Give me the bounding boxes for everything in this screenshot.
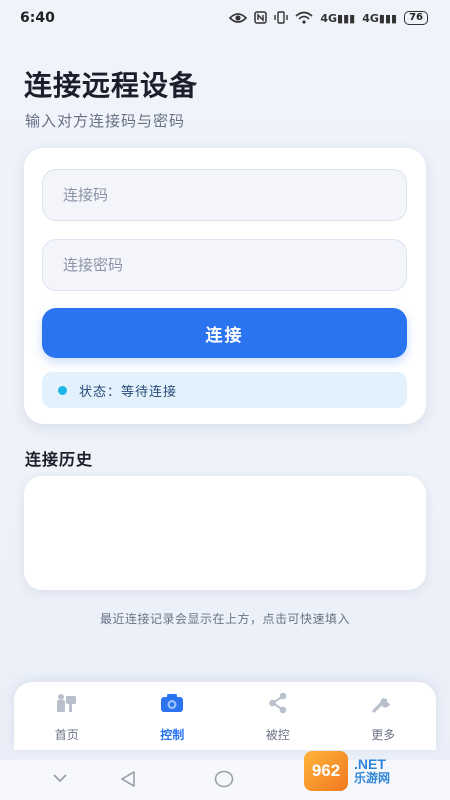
status-text: 状态：等待连接 — [79, 384, 178, 400]
home-button-icon[interactable] — [214, 770, 234, 792]
nav-label-home: 首页 — [54, 727, 79, 742]
history-title: 连接历史 — [25, 450, 94, 469]
home-icon — [55, 690, 79, 716]
nav-label-more: 更多 — [371, 727, 396, 742]
watermark: 962 .NET 乐游网 — [304, 748, 444, 794]
nav-item-controlled[interactable]: 被控 — [238, 690, 318, 743]
share-icon — [267, 690, 289, 716]
nav-item-more[interactable]: 更多 — [343, 690, 423, 743]
page-title: 连接远程设备 — [24, 69, 199, 102]
connect-card: 连接 状态：等待连接 — [24, 148, 426, 424]
connect-button[interactable]: 连接 — [42, 308, 407, 358]
watermark-name: 乐游网 — [354, 771, 391, 786]
status-time: 6:40 — [20, 10, 55, 26]
page-subtitle: 输入对方连接码与密码 — [25, 112, 186, 130]
watermark-logo: 962 — [304, 751, 348, 791]
status-icons: 4G▮▮▮ 4G▮▮▮ 76 — [229, 9, 428, 28]
watermark-domain: .NET — [354, 755, 386, 772]
signal-label-2: 4G — [362, 11, 379, 25]
watermark-text: .NET 乐游网 — [354, 755, 391, 786]
bottom-nav: 首页 控制 被控 更多 — [14, 682, 436, 750]
nav-label-control: 控制 — [160, 727, 185, 742]
connection-password-input[interactable] — [42, 239, 407, 291]
signal-icon-2: 4G▮▮▮ — [362, 11, 398, 25]
status-bar: 6:40 4G▮▮▮ 4G▮▮▮ 76 — [0, 0, 450, 36]
nav-item-home[interactable]: 首页 — [27, 690, 107, 743]
connection-code-input[interactable] — [42, 169, 407, 221]
vibrate-icon — [274, 9, 289, 28]
history-hint: 最近连接记录会显示在上方，点击可快速填入 — [99, 612, 350, 626]
signal-label: 4G — [320, 11, 338, 25]
camera-icon — [160, 690, 184, 716]
chevron-down-icon[interactable] — [52, 769, 68, 788]
wrench-icon — [371, 690, 395, 716]
connection-status: 状态：等待连接 — [42, 372, 407, 408]
status-dot-icon — [58, 385, 67, 395]
signal-icon: 4G▮▮▮ — [320, 11, 356, 25]
nav-label-controlled: 被控 — [265, 727, 290, 742]
nav-item-control[interactable]: 控制 — [132, 690, 212, 743]
wifi-icon — [295, 9, 313, 28]
history-list[interactable] — [24, 476, 426, 590]
eye-icon — [229, 9, 248, 28]
back-icon[interactable] — [120, 770, 136, 792]
battery-icon: 76 — [404, 11, 428, 25]
nfc-icon — [254, 9, 268, 28]
